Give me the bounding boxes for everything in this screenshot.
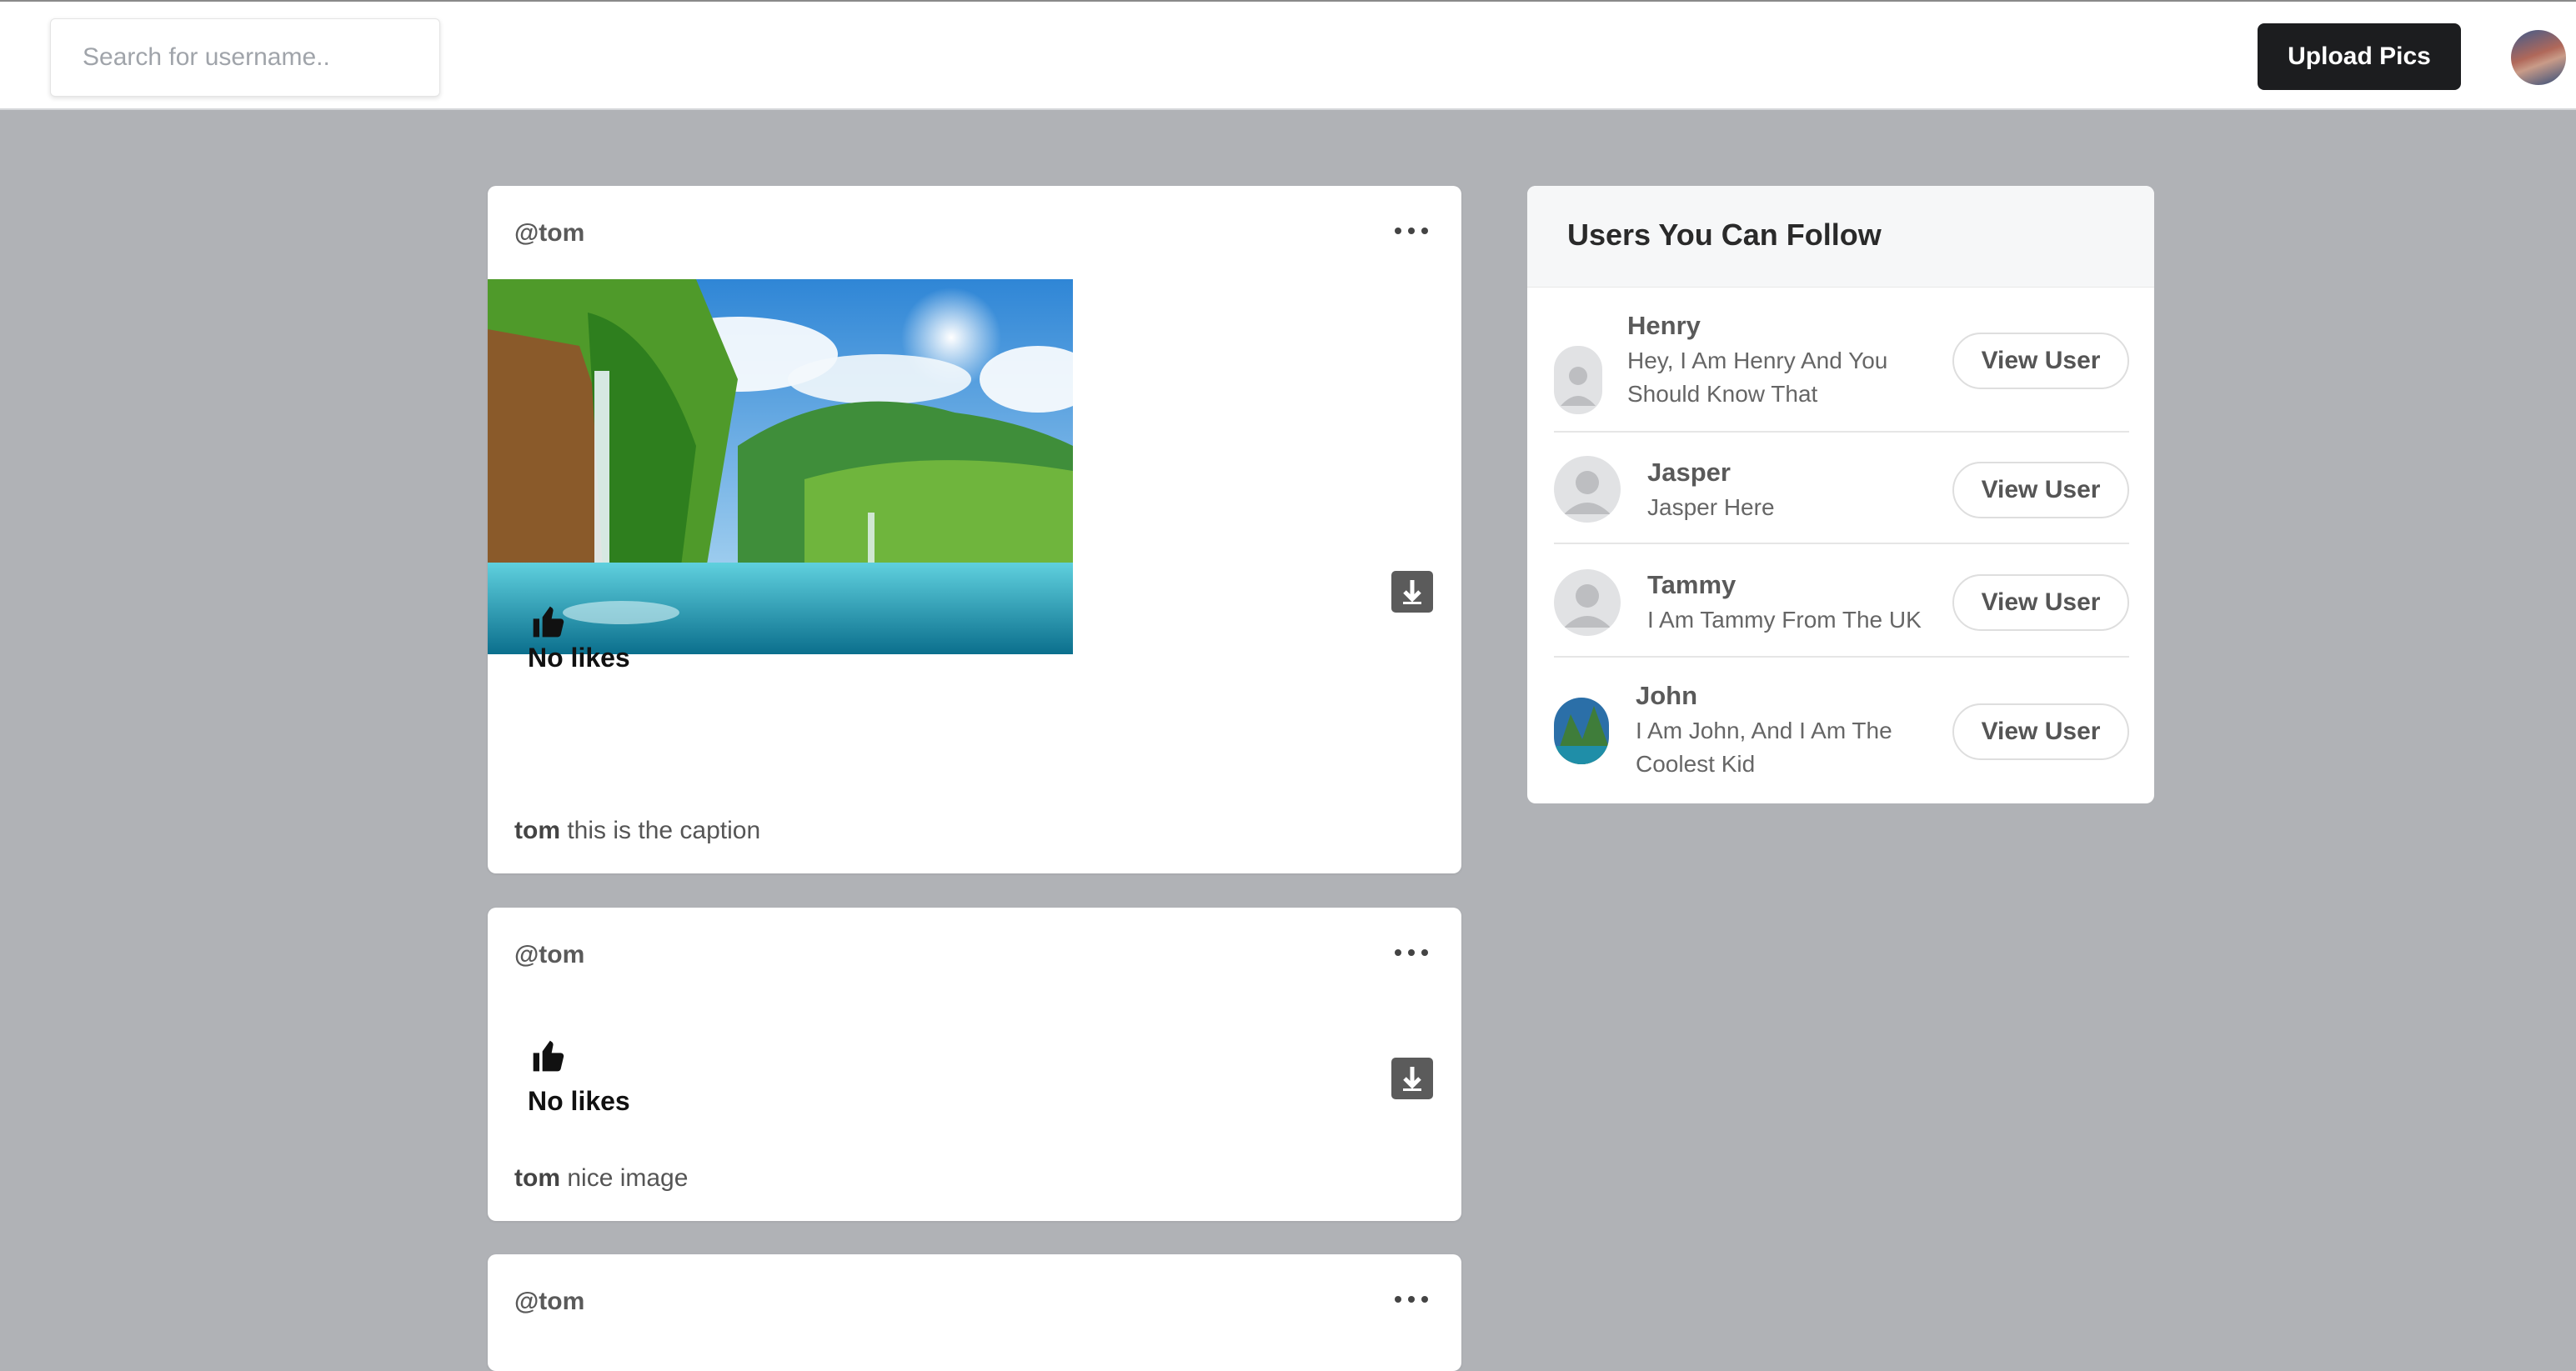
thumbs-up-icon[interactable] xyxy=(529,603,568,640)
post-username[interactable]: @tom xyxy=(514,1288,584,1316)
post-username[interactable]: @tom xyxy=(514,941,584,969)
top-navbar: Upload Pics xyxy=(0,0,2576,110)
avatar[interactable] xyxy=(1554,456,1621,523)
users-you-can-follow-panel: Users You Can Follow Henry Hey, I Am Hen… xyxy=(1527,186,2154,803)
caption-text: this is the caption xyxy=(567,817,761,844)
thumbs-up-icon[interactable] xyxy=(529,1038,568,1074)
view-user-button[interactable]: View User xyxy=(1952,462,2129,518)
user-name[interactable]: Henry xyxy=(1627,311,1701,341)
caption-username[interactable]: tom xyxy=(514,817,560,844)
view-user-button[interactable]: View User xyxy=(1952,574,2129,631)
more-options-icon[interactable] xyxy=(1395,943,1428,963)
avatar[interactable] xyxy=(1554,569,1621,636)
panel-header: Users You Can Follow xyxy=(1527,186,2154,288)
panel-title: Users You Can Follow xyxy=(1567,218,1882,252)
upload-pics-button[interactable]: Upload Pics xyxy=(2258,23,2461,90)
post-card: @tom xyxy=(488,186,1461,873)
caption-text: nice image xyxy=(567,1164,689,1192)
post-caption: tom this is the caption xyxy=(514,817,760,845)
post-card: @tom No likes tom nice image xyxy=(488,908,1461,1221)
likes-count: No likes xyxy=(528,643,630,673)
view-user-button[interactable]: View User xyxy=(1952,703,2129,760)
more-options-icon[interactable] xyxy=(1395,1289,1428,1309)
user-bio: I Am Tammy From The UK xyxy=(1647,607,1922,633)
download-icon[interactable] xyxy=(1391,571,1433,613)
post-caption: tom nice image xyxy=(514,1164,688,1193)
divider xyxy=(1554,656,2129,658)
view-user-button[interactable]: View User xyxy=(1952,333,2129,389)
user-name[interactable]: Jasper xyxy=(1647,458,1731,488)
avatar[interactable] xyxy=(1554,346,1602,414)
likes-count: No likes xyxy=(528,1086,630,1116)
post-username[interactable]: @tom xyxy=(514,219,584,248)
user-bio: I Am John, And I Am The Coolest Kid xyxy=(1636,718,1892,777)
more-options-icon[interactable] xyxy=(1395,221,1428,241)
post-image xyxy=(488,279,1073,654)
user-name[interactable]: John xyxy=(1636,681,1697,711)
search-input[interactable] xyxy=(50,18,440,97)
divider xyxy=(1554,543,2129,544)
user-avatar[interactable] xyxy=(2511,30,2566,85)
divider xyxy=(1554,431,2129,433)
post-card: @tom xyxy=(488,1254,1461,1371)
avatar[interactable] xyxy=(1554,698,1609,764)
user-name[interactable]: Tammy xyxy=(1647,570,1736,600)
caption-username[interactable]: tom xyxy=(514,1164,560,1192)
download-icon[interactable] xyxy=(1391,1058,1433,1099)
user-bio: Hey, I Am Henry And You Should Know That xyxy=(1627,348,1888,407)
user-bio: Jasper Here xyxy=(1647,494,1775,520)
